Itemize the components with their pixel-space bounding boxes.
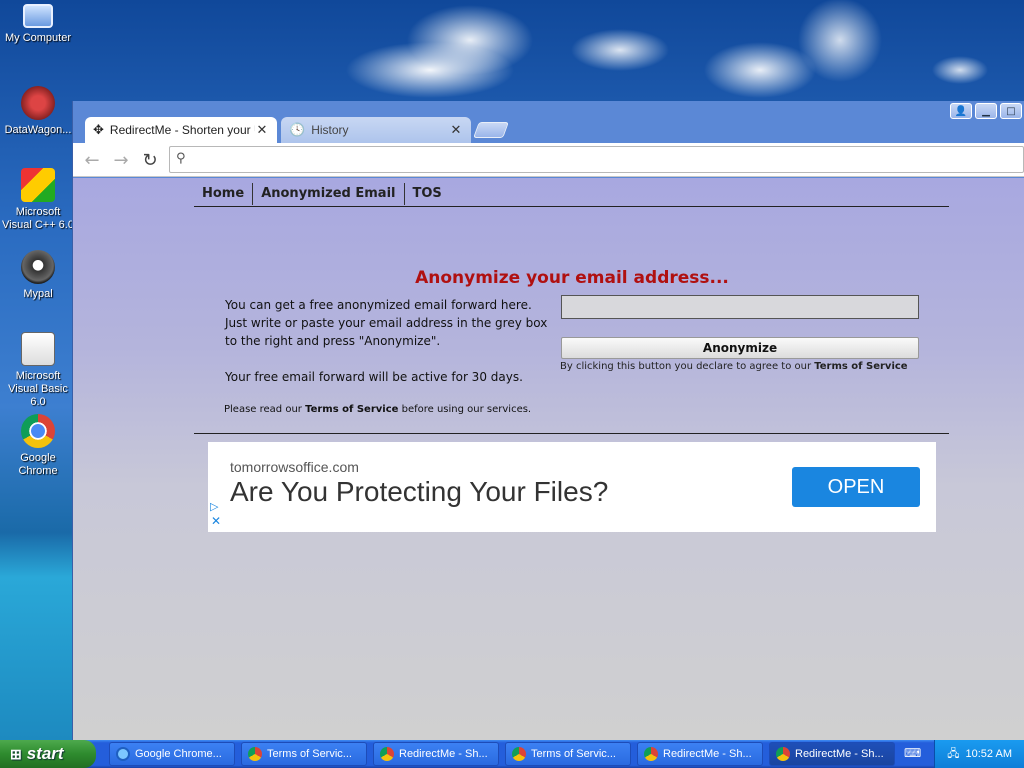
profile-icon[interactable]: 👤 bbox=[950, 103, 972, 119]
site-navigation: Home Anonymized Email TOS bbox=[194, 182, 949, 207]
ad-headline[interactable]: Are You Protecting Your Files? bbox=[230, 476, 608, 508]
mypal-icon bbox=[21, 250, 55, 284]
tos-notice: Please read our Terms of Service before … bbox=[224, 404, 532, 415]
desktop-icon-mypal[interactable]: Mypal bbox=[0, 250, 76, 301]
back-icon[interactable]: ← bbox=[81, 150, 103, 171]
search-icon: ⚲ bbox=[176, 151, 186, 166]
datawagon-icon bbox=[21, 86, 55, 120]
tab-history[interactable]: 🕓 History ✕ bbox=[281, 117, 471, 143]
ad-open-button[interactable]: OPEN bbox=[792, 467, 920, 507]
address-bar[interactable]: ⚲ bbox=[169, 146, 1024, 173]
ie-icon bbox=[116, 747, 130, 761]
description: You can get a free anonymized email forw… bbox=[225, 296, 557, 404]
desktop-icon-datawagon[interactable]: DataWagon... bbox=[0, 86, 76, 137]
desktop-icon-my-computer[interactable]: My Computer bbox=[0, 4, 76, 45]
desktop-icon-visual-basic[interactable]: Microsoft Visual Basic 6.0 bbox=[0, 332, 76, 409]
close-tab-icon[interactable]: ✕ bbox=[255, 122, 269, 138]
history-icon: 🕓 bbox=[289, 122, 306, 137]
minimize-button[interactable]: ▁ bbox=[975, 103, 997, 119]
chrome-icon bbox=[512, 747, 526, 761]
clock[interactable]: 10:52 AM bbox=[966, 748, 1012, 760]
agreement-tos-link[interactable]: Terms of Service bbox=[814, 361, 907, 372]
close-tab-icon[interactable]: ✕ bbox=[449, 122, 463, 138]
taskbar-item[interactable]: Google Chrome... bbox=[109, 742, 235, 766]
content-divider bbox=[194, 433, 949, 434]
anonymize-button[interactable]: Anonymize bbox=[561, 337, 919, 359]
desktop-icon-google-chrome[interactable]: Google Chrome bbox=[0, 414, 76, 478]
adchoices-icon[interactable]: ▷ bbox=[210, 500, 218, 513]
reload-icon[interactable]: ↻ bbox=[139, 150, 161, 171]
description-paragraph: You can get a free anonymized email forw… bbox=[225, 298, 548, 348]
maximize-button[interactable]: □ bbox=[1000, 103, 1022, 119]
window-controls: 👤 ▁ □ bbox=[950, 103, 1022, 119]
start-button[interactable]: ⊞ start bbox=[0, 740, 96, 768]
visual-basic-icon bbox=[21, 332, 55, 366]
taskbar-item[interactable]: Terms of Servic... bbox=[505, 742, 631, 766]
email-input[interactable] bbox=[561, 295, 919, 319]
tab-redirectme[interactable]: ✥ RedirectMe - Shorten your U ✕ bbox=[85, 117, 277, 143]
chrome-icon bbox=[248, 747, 262, 761]
taskbar-item[interactable]: RedirectMe - Sh... bbox=[373, 742, 499, 766]
ad-close-icon[interactable]: ✕ bbox=[211, 514, 221, 528]
tos-link[interactable]: Terms of Service bbox=[305, 404, 398, 415]
chrome-icon bbox=[776, 747, 790, 761]
forward-icon[interactable]: → bbox=[110, 150, 132, 171]
chrome-icon bbox=[380, 747, 394, 761]
taskbar-item-active[interactable]: RedirectMe - Sh... bbox=[769, 742, 895, 766]
system-tray: 🖧 10:52 AM bbox=[934, 740, 1024, 768]
move-icon: ✥ bbox=[93, 122, 104, 137]
taskbar-item[interactable]: RedirectMe - Sh... bbox=[637, 742, 763, 766]
computer-icon bbox=[23, 4, 53, 28]
agreement-text: By clicking this button you declare to a… bbox=[560, 361, 908, 372]
network-icon[interactable]: 🖧 bbox=[947, 745, 959, 764]
chrome-icon bbox=[21, 414, 55, 448]
advertisement-banner[interactable]: tomorrowsoffice.com Are You Protecting Y… bbox=[208, 442, 936, 532]
chrome-icon bbox=[644, 747, 658, 761]
desktop-icon-visual-cpp[interactable]: Microsoft Visual C++ 6.0 bbox=[0, 168, 76, 232]
nav-tos-link[interactable]: TOS bbox=[405, 183, 450, 205]
page-heading: Anonymize your email address... bbox=[415, 268, 729, 288]
taskbar-item[interactable]: Terms of Servic... bbox=[241, 742, 367, 766]
visual-cpp-icon bbox=[21, 168, 55, 202]
keyboard-icon[interactable]: ⌨ bbox=[904, 746, 921, 760]
nav-anonymized-email-link[interactable]: Anonymized Email bbox=[253, 183, 405, 205]
validity-paragraph: Your free email forward will be active f… bbox=[225, 370, 523, 384]
ad-domain: tomorrowsoffice.com bbox=[230, 459, 359, 475]
new-tab-button[interactable] bbox=[473, 122, 509, 138]
nav-home-link[interactable]: Home bbox=[194, 183, 254, 205]
windows-logo-icon: ⊞ bbox=[10, 745, 22, 762]
